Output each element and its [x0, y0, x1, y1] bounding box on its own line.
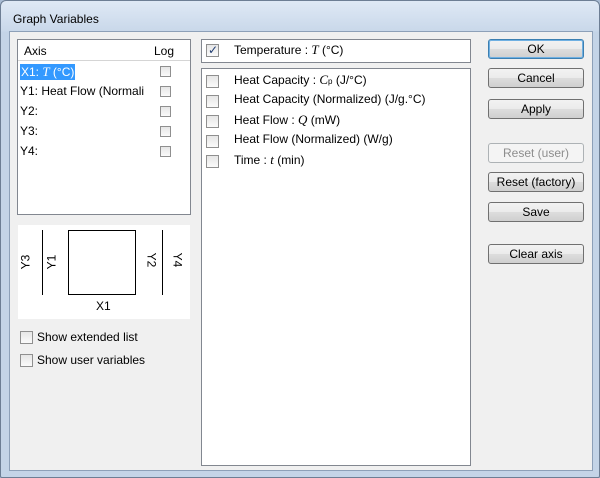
variable-label: Heat Capacity (Normalized) (J/g.°C): [234, 92, 426, 106]
window-title: Graph Variables: [13, 12, 99, 26]
title-bar[interactable]: Graph Variables: [1, 1, 599, 31]
dialog-window: Graph Variables Axis Log X1: T (°C) Y1: …: [0, 0, 600, 478]
axis-row-label: Y4:: [20, 144, 39, 158]
diagram-label-y4: Y4: [170, 252, 185, 268]
diagram-label-y2: Y2: [144, 252, 159, 268]
variable-row-time[interactable]: Time : t (min): [202, 149, 470, 169]
axis-row-label: X1: T (°C): [20, 64, 76, 80]
variable-checkbox[interactable]: [206, 115, 219, 128]
diagram-left-line: [42, 230, 43, 295]
axis-row-x1[interactable]: X1: T (°C): [18, 62, 190, 82]
variable-label: Time : t (min): [234, 152, 305, 167]
show-user-variables-checkbox[interactable]: [20, 354, 33, 367]
reset-user-button[interactable]: Reset (user): [488, 143, 584, 163]
variable-checkbox[interactable]: [206, 75, 219, 88]
reset-factory-button[interactable]: Reset (factory): [488, 172, 584, 192]
diagram-right-line: [162, 230, 163, 295]
log-checkbox-y3[interactable]: [160, 126, 171, 137]
diagram-label-y3: Y3: [18, 254, 33, 270]
save-button[interactable]: Save: [488, 202, 584, 222]
variable-label: Heat Capacity : Cp (J/°C): [234, 72, 367, 87]
variable-checkbox[interactable]: [206, 155, 219, 168]
axis-row-y3[interactable]: Y3:: [18, 122, 190, 142]
x-variable-checkbox[interactable]: [206, 43, 219, 57]
axis-list: Axis Log X1: T (°C) Y1: Heat Flow (Norma…: [17, 39, 191, 215]
ok-button[interactable]: OK: [488, 39, 584, 59]
axis-row-label: Y3:: [20, 124, 39, 138]
axis-row-y1[interactable]: Y1: Heat Flow (Normali: [18, 82, 190, 102]
variable-row-heat-flow[interactable]: Heat Flow : Q (mW): [202, 109, 470, 129]
log-checkbox-y1[interactable]: [160, 86, 171, 97]
variable-list: Heat Capacity : Cp (J/°C) Heat Capacity …: [201, 68, 471, 466]
show-extended-list-label: Show extended list: [37, 330, 138, 344]
diagram-plot-box: [68, 230, 136, 295]
variable-row-heat-capacity-normalized[interactable]: Heat Capacity (Normalized) (J/g.°C): [202, 89, 470, 109]
x-variable-label: Temperature : T (°C): [234, 42, 344, 57]
axis-column-header[interactable]: Axis: [24, 44, 47, 58]
cancel-button[interactable]: Cancel: [488, 68, 584, 88]
show-extended-list-checkbox[interactable]: [20, 331, 33, 344]
diagram-label-y1: Y1: [44, 254, 59, 270]
show-user-variables-label: Show user variables: [37, 353, 146, 367]
axis-row-y2[interactable]: Y2:: [18, 102, 190, 122]
axis-row-y4[interactable]: Y4:: [18, 142, 190, 162]
axis-row-label: Y1: Heat Flow (Normali: [20, 84, 145, 98]
variable-label: Heat Flow : Q (mW): [234, 112, 341, 127]
log-checkbox-x1[interactable]: [160, 66, 171, 77]
log-column-header[interactable]: Log: [154, 44, 174, 58]
log-checkbox-y4[interactable]: [160, 146, 171, 157]
variable-checkbox[interactable]: [206, 95, 219, 108]
x-variable-box: Temperature : T (°C): [201, 39, 471, 63]
apply-button[interactable]: Apply: [488, 99, 584, 119]
axis-list-header: Axis Log: [18, 40, 190, 61]
clear-axis-button[interactable]: Clear axis: [488, 244, 584, 264]
log-checkbox-y2[interactable]: [160, 106, 171, 117]
x-variable-row[interactable]: Temperature : T (°C): [202, 40, 470, 60]
variable-checkbox[interactable]: [206, 135, 219, 148]
dialog-client-area: Axis Log X1: T (°C) Y1: Heat Flow (Norma…: [9, 31, 593, 471]
variable-row-heat-capacity[interactable]: Heat Capacity : Cp (J/°C): [202, 69, 470, 89]
axis-row-label: Y2:: [20, 104, 39, 118]
diagram-label-x1: X1: [96, 299, 111, 313]
variable-label: Heat Flow (Normalized) (W/g): [234, 132, 393, 146]
axis-diagram: Y3 Y1 Y2 Y4 X1: [18, 225, 190, 319]
variable-row-heat-flow-normalized[interactable]: Heat Flow (Normalized) (W/g): [202, 129, 470, 149]
